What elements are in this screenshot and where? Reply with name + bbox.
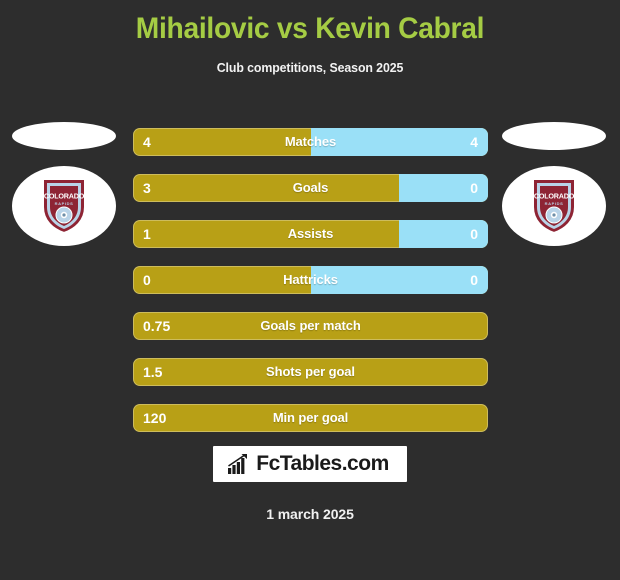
- player-left-photo: [12, 122, 116, 150]
- player-left-column: COLORADO RAPIDS: [0, 118, 130, 268]
- bar-chart-icon: [228, 453, 248, 474]
- stat-row: 1.5 Shots per goal: [133, 358, 488, 386]
- fctables-logo[interactable]: FcTables.com: [213, 446, 407, 482]
- stat-right-value: 4: [470, 134, 478, 150]
- stat-right-value: 0: [470, 180, 478, 196]
- svg-text:RAPIDS: RAPIDS: [55, 201, 74, 206]
- player-left-club-crest: COLORADO RAPIDS: [12, 166, 116, 246]
- stat-label: Assists: [287, 226, 334, 241]
- stat-label: Shots per goal: [266, 364, 355, 379]
- stat-row: 1 Assists 0: [133, 220, 488, 248]
- svg-text:COLORADO: COLORADO: [534, 192, 575, 201]
- stat-label: Min per goal: [272, 410, 349, 425]
- stat-row: 0 Hattricks 0: [133, 266, 488, 294]
- stat-comparison-page: Mihailovic vs Kevin Cabral Club competit…: [0, 0, 620, 580]
- stat-row: 0.75 Goals per match: [133, 312, 488, 340]
- stat-label: Goals: [292, 180, 329, 195]
- stat-row: 3 Goals 0: [133, 174, 488, 202]
- stat-label: Hattricks: [283, 272, 338, 287]
- colorado-rapids-crest-icon: COLORADO RAPIDS: [532, 178, 576, 235]
- colorado-rapids-crest-icon: COLORADO RAPIDS: [42, 178, 86, 235]
- stat-right-value: 0: [470, 272, 478, 288]
- svg-text:RAPIDS: RAPIDS: [545, 201, 564, 206]
- player-right-club-crest: COLORADO RAPIDS: [502, 166, 606, 246]
- stat-label: Goals per match: [260, 318, 361, 333]
- date-label: 1 march 2025: [266, 506, 354, 522]
- stat-row: 120 Min per goal: [133, 404, 488, 432]
- fctables-brand-text: FcTables.com: [256, 452, 389, 475]
- svg-text:COLORADO: COLORADO: [44, 192, 85, 201]
- header: Mihailovic vs Kevin Cabral Club competit…: [0, 0, 620, 75]
- stat-bars: 4 Matches 4 3 Goals 0 1 Assists 0 0 Hatt…: [133, 128, 488, 450]
- page-subtitle: Club competitions, Season 2025: [216, 60, 404, 75]
- stat-row: 4 Matches 4: [133, 128, 488, 156]
- page-title: Mihailovic vs Kevin Cabral: [135, 12, 485, 45]
- player-right-photo: [502, 122, 606, 150]
- stat-right-value: 0: [470, 226, 478, 242]
- player-right-column: COLORADO RAPIDS: [490, 118, 620, 268]
- footer: FcTables.com 1 march 2025: [0, 446, 620, 522]
- stat-label: Matches: [284, 134, 337, 149]
